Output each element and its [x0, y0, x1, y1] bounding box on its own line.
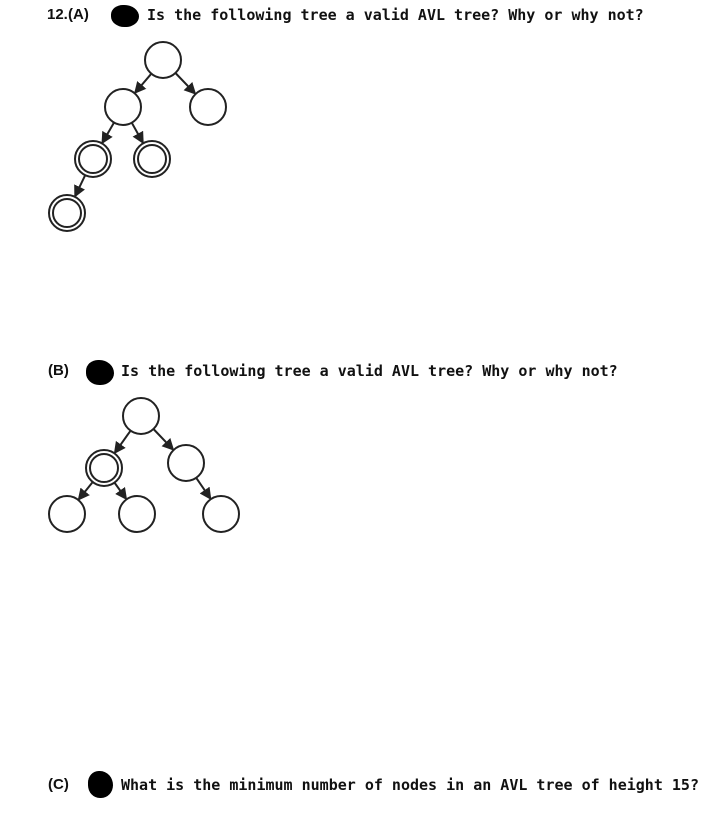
tree-b-edge-root-L: [113, 430, 132, 455]
tree-b-edge-L-LL: [77, 481, 94, 501]
part-c-question: What is the minimum number of nodes in a…: [121, 776, 699, 794]
tree-b-edge-L-LR: [113, 482, 128, 501]
tree-b-edge-R-RR: [195, 477, 212, 500]
tree-b-node-L-double: [85, 449, 123, 487]
part-c-label: (C): [48, 776, 69, 793]
redaction-blot-c: [88, 771, 113, 798]
tree-b-node-RR: [202, 495, 240, 533]
tree-b-node-LL: [48, 495, 86, 533]
tree-b-node-LR: [118, 495, 156, 533]
tree-b-diagram: [48, 397, 240, 533]
tree-b-node-R: [167, 444, 205, 482]
tree-b-node-root: [122, 397, 160, 435]
tree-b-edge-root-R: [152, 428, 175, 451]
